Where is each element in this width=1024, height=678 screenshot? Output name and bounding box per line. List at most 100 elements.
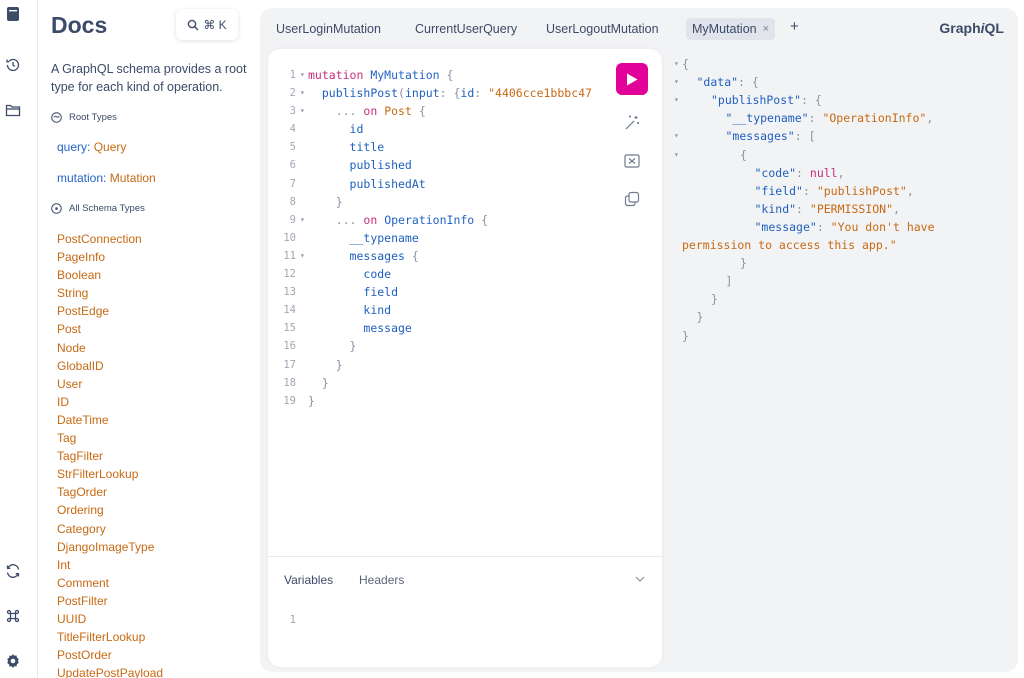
docs-panel: Docs ⌘ K A GraphQL schema provides a roo… xyxy=(38,0,260,678)
result-line: } xyxy=(682,328,689,343)
result-line: } xyxy=(696,310,704,325)
schema-type-link[interactable]: DateTime xyxy=(57,411,163,429)
result-line: "__typename": "OperationInfo", xyxy=(725,111,934,126)
schema-type-link[interactable]: PostEdge xyxy=(57,302,163,320)
tab-bar: UserLoginMutation CurrentUserQuery UserL… xyxy=(260,8,1018,48)
schema-type-link[interactable]: Comment xyxy=(57,574,163,592)
result-line: ▾ "messages": [ xyxy=(674,129,816,144)
schema-type-link[interactable]: PageInfo xyxy=(57,248,163,266)
result-line: "code": null, xyxy=(754,165,845,180)
code-line: 1 ▾ mutation MyMutation { xyxy=(289,68,454,82)
code-line: 16 } xyxy=(283,339,357,354)
root-type-mutation[interactable]: mutation: Mutation xyxy=(57,171,156,185)
root-type-query[interactable]: query: Query xyxy=(57,140,126,154)
merge-fragments-button[interactable] xyxy=(616,145,648,177)
result-line: permission to access this app." xyxy=(682,238,897,252)
schema-type-link[interactable]: User xyxy=(57,375,163,393)
schema-type-link[interactable]: TitleFilterLookup xyxy=(57,628,163,646)
schema-type-link[interactable]: Ordering xyxy=(57,501,163,519)
result-line: ▾ "data": { xyxy=(674,75,759,90)
schema-type-list: PostConnection PageInfo Boolean String PostE… xyxy=(57,230,163,678)
schema-type-link[interactable]: PostConnection xyxy=(57,230,163,248)
schema-type-link[interactable]: TagFilter xyxy=(57,447,163,465)
schema-type-link[interactable]: Boolean xyxy=(57,266,163,284)
chevron-down-icon[interactable] xyxy=(634,573,646,585)
schema-type-link[interactable]: Category xyxy=(57,520,163,538)
docs-description: A GraphQL schema provides a root type fo… xyxy=(51,62,247,94)
docs-search-button[interactable]: ⌘ K xyxy=(176,9,238,40)
code-line: 5 title xyxy=(289,140,385,155)
code-line: 12 code xyxy=(283,267,392,282)
play-icon xyxy=(627,73,638,85)
schema-type-link[interactable]: UUID xyxy=(57,610,163,628)
result-viewer[interactable]: ▾{ ▾ "data": { ▾ "publishPost": { "__typename… xyxy=(670,55,1010,655)
copy-icon xyxy=(624,191,640,207)
result-line: } xyxy=(740,256,747,271)
query-editor[interactable]: 1 ▾ mutation MyMutation { 2 ▾ publishPost(i… xyxy=(268,66,614,410)
schema-type-link[interactable]: Node xyxy=(57,339,163,357)
schema-type-link[interactable]: PostOrder xyxy=(57,646,163,664)
schema-type-link[interactable]: PostFilter xyxy=(57,592,163,610)
variables-header-bar: Variables Headers xyxy=(268,556,662,596)
result-line: ▾{ xyxy=(674,147,747,162)
code-line: 19} xyxy=(283,393,315,408)
tab-current-user-query[interactable]: CurrentUserQuery xyxy=(409,18,523,40)
schema-type-link[interactable]: String xyxy=(57,284,163,302)
schema-type-link[interactable]: StrFilterLookup xyxy=(57,465,163,483)
schema-type-link[interactable]: ID xyxy=(57,393,163,411)
result-line: ▾ "publishPost": { xyxy=(674,93,822,108)
add-tab-button[interactable]: + xyxy=(790,18,799,35)
history-icon[interactable] xyxy=(5,57,21,73)
code-line: 15 message xyxy=(283,321,412,336)
tab-headers[interactable]: Headers xyxy=(359,573,404,587)
docs-title: Docs xyxy=(51,12,108,38)
tab-variables[interactable]: Variables xyxy=(284,573,333,587)
refetch-icon[interactable] xyxy=(5,563,21,579)
run-button[interactable] xyxy=(616,63,648,95)
tab-user-login-mutation[interactable]: UserLoginMutation xyxy=(270,18,387,40)
close-tab-icon[interactable]: × xyxy=(763,23,769,35)
code-line: 11 ▾ messages { xyxy=(283,248,419,263)
magic-wand-icon xyxy=(625,115,639,130)
result-line: ▾{ xyxy=(674,57,689,71)
variables-line-number: 1 xyxy=(289,614,296,626)
schema-type-link[interactable]: Post xyxy=(57,320,163,338)
all-schema-types-heading: All Schema Types xyxy=(51,203,145,214)
docs-icon[interactable] xyxy=(5,6,21,22)
tab-user-logout-mutation[interactable]: UserLogoutMutation xyxy=(540,18,665,40)
result-line: "field": "publishPost", xyxy=(754,183,914,198)
code-line: 7 publishedAt xyxy=(289,176,426,191)
code-line: 17 } xyxy=(283,357,343,372)
search-icon xyxy=(188,19,199,30)
copy-query-button[interactable] xyxy=(616,183,648,215)
search-shortcut: ⌘ K xyxy=(203,17,227,32)
icon-rail xyxy=(0,0,38,678)
graphiql-logo: GraphiQL xyxy=(939,20,1004,36)
code-line: 3 ▾ ... on Post { xyxy=(289,104,426,119)
schema-type-link[interactable]: UpdatePostPayload xyxy=(57,664,163,678)
settings-icon[interactable] xyxy=(5,653,21,669)
code-line: 8 } xyxy=(289,194,343,209)
schema-type-link[interactable]: GlobalID xyxy=(57,357,163,375)
result-line: ] xyxy=(725,274,733,289)
prettify-button[interactable] xyxy=(616,107,648,139)
code-line: 14 kind xyxy=(283,303,392,318)
merge-icon xyxy=(624,154,640,168)
editor-toolbar xyxy=(616,63,650,215)
explorer-icon[interactable] xyxy=(5,102,21,118)
query-editor-panel: 1 ▾ mutation MyMutation { 2 ▾ publishPost(i… xyxy=(268,49,662,667)
tab-my-mutation[interactable]: MyMutation × xyxy=(686,18,776,40)
variables-editor[interactable]: 1 xyxy=(268,614,662,626)
result-line: } xyxy=(711,292,718,307)
code-line: 9 ▾ ... on OperationInfo { xyxy=(289,212,489,227)
shortcuts-icon[interactable] xyxy=(5,608,21,624)
schema-type-link[interactable]: Tag xyxy=(57,429,163,447)
schema-type-link[interactable]: DjangoImageType xyxy=(57,538,163,556)
root-types-heading: Root Types xyxy=(51,112,117,123)
all-types-icon xyxy=(51,203,62,214)
root-types-icon xyxy=(51,112,62,123)
schema-type-link[interactable]: Int xyxy=(57,556,163,574)
schema-type-link[interactable]: TagOrder xyxy=(57,483,163,501)
tab-my-mutation-label: MyMutation xyxy=(692,22,757,36)
code-line: 2 ▾ publishPost(input: {id: "4406cce1bbbc… xyxy=(289,86,592,101)
